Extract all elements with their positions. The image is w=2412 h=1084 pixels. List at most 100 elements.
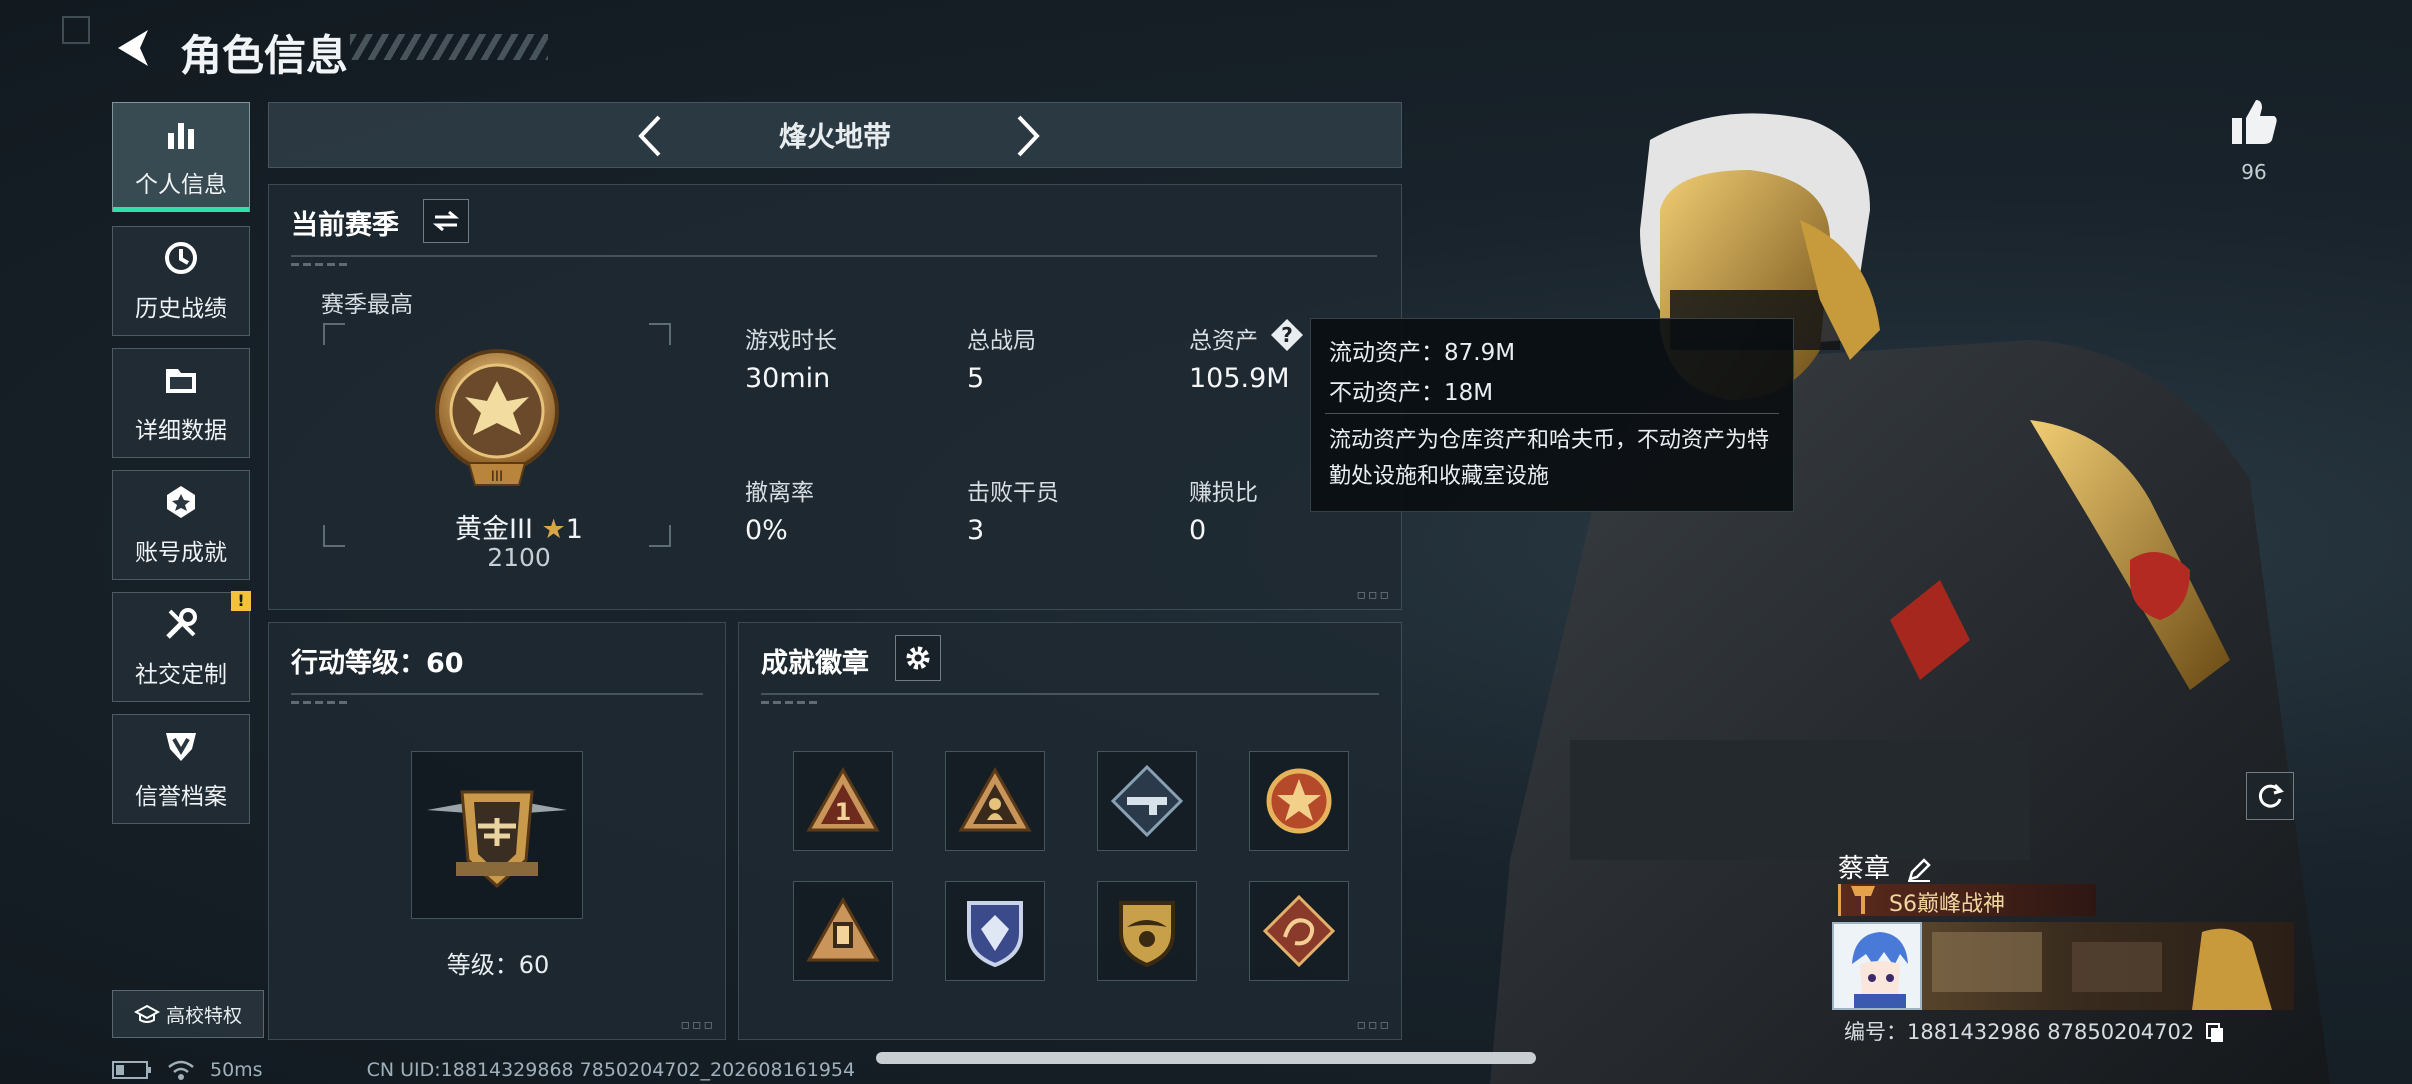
mode-name: 烽火地带 <box>778 120 891 153</box>
stat-value-matches: 5 <box>967 363 985 394</box>
refresh-icon <box>2258 783 2284 808</box>
sidebar-item-label: 历史战绩 <box>135 296 227 322</box>
edit-pencil-icon[interactable] <box>1906 857 1932 883</box>
tools-icon <box>166 608 197 639</box>
like-count: 96 <box>2241 160 2267 184</box>
stat-value-assets: 105.9M <box>1189 363 1290 394</box>
svg-text:1: 1 <box>835 798 852 826</box>
corner-marks-decoration: ▫▫▫ <box>1356 587 1391 603</box>
school-privilege-button[interactable]: 高校特权 <box>112 990 264 1038</box>
sidebar-item-history[interactable]: 历史战绩 <box>112 226 250 336</box>
wifi-icon <box>168 1060 194 1080</box>
title-emblem-icon <box>1851 886 1875 914</box>
achievements-settings-button[interactable] <box>895 635 941 681</box>
tooltip-fixed-assets: 不动资产：18M <box>1329 380 1494 406</box>
corner-marks-decoration: ▫▫▫ <box>680 1017 715 1033</box>
stat-value-playtime: 30min <box>745 363 831 394</box>
thumbs-up-icon[interactable] <box>2228 96 2280 148</box>
swap-arrows-icon <box>433 210 459 232</box>
corner-square-decoration <box>62 16 90 44</box>
season-best-label: 赛季最高 <box>321 292 413 318</box>
achievement-badge[interactable] <box>945 881 1045 981</box>
svg-text:?: ? <box>1281 323 1293 347</box>
assets-tooltip: 流动资产：87.9M 不动资产：18M 流动资产为仓库资产和哈夫币，不动资产为特… <box>1310 318 1794 512</box>
sidebar-item-achievements[interactable]: 账号成就 <box>112 470 250 580</box>
divider <box>761 693 1379 695</box>
corner-marks-decoration: ▫▫▫ <box>1356 1017 1391 1033</box>
sidebar-item-label: 账号成就 <box>135 540 227 566</box>
help-icon[interactable]: ? <box>1269 317 1305 353</box>
player-title: S6巅峰战神 <box>1889 892 2005 917</box>
sidebar-item-label: 个人信息 <box>135 172 227 198</box>
star-icon: ★ <box>541 514 566 545</box>
tooltip-divider <box>1325 413 1779 414</box>
gold-rank-emblem-icon: III <box>435 349 559 486</box>
season-panel: 当前赛季 赛季最高 III 黄金III ★1 2100 游戏时长 30min 总… <box>268 184 1402 610</box>
player-title-banner: S6巅峰战神 <box>1838 884 2096 917</box>
ping-text: 50ms <box>210 1059 263 1081</box>
sidebar-item-label: 社交定制 <box>135 662 227 688</box>
dash-decoration <box>291 263 351 266</box>
player-id-text: 编号：1881432986 87850204702 <box>1844 1020 2195 1044</box>
anime-avatar-image <box>1834 924 1920 1008</box>
player-name-text: 蔡章 <box>1838 854 1891 884</box>
mode-selector: 烽火地带 <box>268 102 1402 168</box>
rank-line: 黄金III ★1 <box>369 507 669 546</box>
level-text: 等级：60 <box>446 951 550 979</box>
credit-shield-icon <box>166 733 196 761</box>
title-stripes-decoration <box>350 34 548 60</box>
achievement-badge[interactable] <box>1249 751 1349 851</box>
gear-icon <box>906 646 930 670</box>
copy-icon[interactable] <box>2205 1022 2225 1044</box>
bar-chart-icon <box>168 123 194 149</box>
rank-points: 2100 <box>487 543 551 572</box>
divider <box>291 693 703 695</box>
sidebar-item-detail-data[interactable]: 详细数据 <box>112 348 250 458</box>
battery-icon <box>112 1061 151 1079</box>
frame-corner <box>323 525 345 547</box>
avatar[interactable] <box>1832 922 1922 1010</box>
achievement-badge[interactable]: 1 <box>793 751 893 851</box>
achievement-badge[interactable] <box>1097 751 1197 851</box>
helicopter-emblem-icon <box>427 790 567 889</box>
frame-corner <box>649 323 671 345</box>
tooltip-liquid-assets: 流动资产：87.9M <box>1329 340 1516 366</box>
season-switch-button[interactable] <box>423 199 469 243</box>
history-clock-icon <box>165 242 197 274</box>
diamond-weapon-badge-icon <box>1110 764 1184 838</box>
back-arrow-icon[interactable] <box>112 26 156 70</box>
achievement-badge[interactable] <box>793 881 893 981</box>
achievement-badge[interactable] <box>1249 881 1349 981</box>
rank-stars: 1 <box>565 514 583 545</box>
achievement-badge[interactable] <box>1097 881 1197 981</box>
stat-label-assets: 总资产 <box>1189 328 1258 354</box>
season-title: 当前赛季 <box>291 210 399 241</box>
triangle-number-badge-icon: 1 <box>806 766 880 832</box>
sidebar-item-label: 详细数据 <box>135 418 227 444</box>
sidebar-item-personal-info[interactable]: 个人信息 <box>112 102 250 212</box>
stat-label-kills: 击败干员 <box>967 480 1059 506</box>
folder-icon <box>166 369 196 393</box>
sidebar-item-credit[interactable]: 信誉档案 <box>112 714 250 824</box>
blue-shield-badge-icon <box>967 901 1023 968</box>
frame-corner <box>323 323 345 345</box>
uid-text: CN UID:18814329868 7850204702_2026081619… <box>366 1059 856 1081</box>
triangle-lantern-badge-icon <box>806 896 880 962</box>
sidebar-item-social[interactable]: 社交定制 ! <box>112 591 251 702</box>
stat-label-matches: 总战局 <box>967 328 1036 354</box>
page-title: 角色信息 <box>180 31 349 80</box>
action-level-title: 行动等级：60 <box>291 648 464 679</box>
warning-badge: ! <box>231 591 251 611</box>
player-id: 编号：1881432986 87850204702 <box>1844 1016 2225 1046</box>
school-privilege-label: 高校特权 <box>165 1004 242 1027</box>
home-indicator[interactable] <box>876 1052 1536 1064</box>
graduation-cap-icon <box>133 1004 160 1023</box>
star-shield-badge-icon <box>1266 768 1332 834</box>
dash-decoration <box>291 701 351 704</box>
chevron-right-icon[interactable] <box>1005 111 1049 161</box>
status-bar: 50ms CN UID:18814329868 7850204702_20260… <box>112 1058 855 1082</box>
rotate-model-button[interactable] <box>2246 772 2294 820</box>
chevron-left-icon[interactable] <box>629 111 673 161</box>
achievement-badge[interactable] <box>945 751 1045 851</box>
achievement-icon <box>167 486 195 518</box>
